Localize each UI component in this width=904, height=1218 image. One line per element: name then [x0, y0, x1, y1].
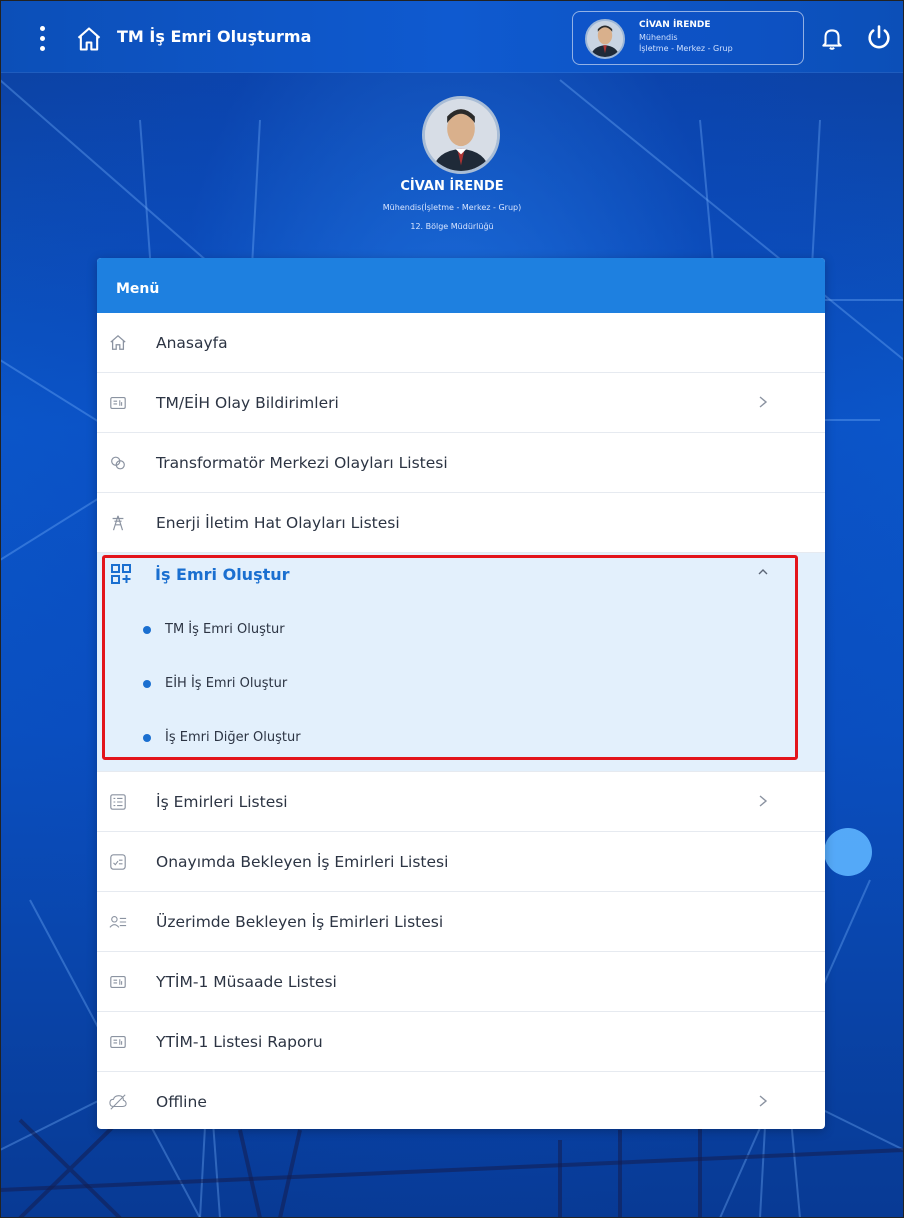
tower-icon: [112, 515, 124, 531]
hero-avatar: [422, 96, 500, 174]
submenu-item-label: EİH İş Emri Oluştur: [165, 676, 288, 691]
menu-group-is-emri-olustur: İş Emri Oluştur TM İş Emri Oluştur EİH İ…: [97, 553, 825, 772]
top-bar: TM İş Emri Oluşturma CİVAN İRENDE Mühend…: [1, 1, 903, 73]
hero-user-role: Mühendis(İşletme - Merkez - Grup): [382, 203, 522, 212]
bullet-icon: [143, 680, 151, 688]
menu-item-label: YTİM-1 Müsaade Listesi: [156, 972, 337, 991]
side-menu: Menü Anasayfa TM/EİH Olay Bildirimleri T…: [97, 258, 825, 1129]
transformer-icon: [111, 456, 125, 470]
bullet-icon: [143, 626, 151, 634]
kebab-menu-icon[interactable]: [29, 21, 55, 55]
hero-user-name: CİVAN İRENDE: [400, 179, 504, 194]
menu-item-label: YTİM-1 Listesi Raporu: [156, 1032, 323, 1051]
chevron-right-icon: [759, 795, 768, 807]
home-icon[interactable]: [75, 25, 103, 53]
menu-item-label: Offline: [156, 1093, 207, 1111]
list-icon: [110, 794, 126, 810]
menu-item-ytim-musaade[interactable]: YTİM-1 Müsaade Listesi: [97, 952, 825, 1012]
user-list-icon: [109, 916, 127, 928]
menu-item-label: Anasayfa: [156, 333, 228, 352]
menu-item-olay-bildirimleri[interactable]: TM/EİH Olay Bildirimleri: [97, 373, 825, 433]
approval-icon: [110, 854, 126, 870]
menu-item-ytim-raporu[interactable]: YTİM-1 Listesi Raporu: [97, 1012, 825, 1072]
hero-user-region: 12. Bölge Müdürlüğü: [410, 222, 494, 231]
menu-item-label: İş Emirleri Listesi: [156, 792, 288, 811]
menu-item-onayimda-bekleyen[interactable]: Onayımda Bekleyen İş Emirleri Listesi: [97, 832, 825, 892]
bullet-icon: [143, 734, 151, 742]
avatar: [585, 19, 625, 59]
page-title: TM İş Emri Oluşturma: [117, 27, 312, 46]
menu-item-label: Transformatör Merkezi Olayları Listesi: [156, 453, 448, 472]
chevron-right-icon: [759, 396, 768, 408]
chevron-up-icon: [758, 569, 768, 575]
menu-item-offline[interactable]: Offline: [97, 1072, 825, 1129]
menu-item-transformator[interactable]: Transformatör Merkezi Olayları Listesi: [97, 433, 825, 493]
menu-group-header[interactable]: İş Emri Oluştur: [97, 553, 825, 609]
menu-item-label: Onayımda Bekleyen İş Emirleri Listesi: [156, 852, 449, 871]
qr-add-icon: [111, 564, 131, 584]
menu-item-label: Enerji İletim Hat Olayları Listesi: [156, 513, 400, 532]
menu-item-enerji-iletim[interactable]: Enerji İletim Hat Olayları Listesi: [97, 493, 825, 553]
user-role: Mühendis: [639, 33, 678, 42]
menu-item-label: Üzerimde Bekleyen İş Emirleri Listesi: [156, 912, 444, 931]
submenu-item-label: İş Emri Diğer Oluştur: [165, 730, 301, 745]
power-icon[interactable]: [865, 23, 893, 51]
chevron-right-icon: [759, 1095, 768, 1107]
home-icon: [110, 334, 126, 350]
submenu-item-tm-is-emri[interactable]: TM İş Emri Oluştur: [97, 616, 825, 646]
user-profile-card[interactable]: CİVAN İRENDE Mühendis İşletme - Merkez -…: [572, 11, 804, 65]
bell-icon[interactable]: [819, 25, 845, 51]
menu-title: Menü: [97, 258, 825, 313]
user-name: CİVAN İRENDE: [639, 20, 711, 30]
menu-item-anasayfa[interactable]: Anasayfa: [97, 313, 825, 373]
submenu-item-eih-is-emri[interactable]: EİH İş Emri Oluştur: [97, 670, 825, 700]
report-icon: [110, 397, 126, 409]
menu-item-uzerimde-bekleyen[interactable]: Üzerimde Bekleyen İş Emirleri Listesi: [97, 892, 825, 952]
report-icon: [110, 1036, 126, 1048]
user-department: İşletme - Merkez - Grup: [639, 44, 733, 53]
submenu-item-diger-is-emri[interactable]: İş Emri Diğer Oluştur: [97, 724, 825, 754]
menu-item-is-emirleri-listesi[interactable]: İş Emirleri Listesi: [97, 772, 825, 832]
menu-group-label: İş Emri Oluştur: [155, 565, 290, 584]
menu-item-label: TM/EİH Olay Bildirimleri: [156, 393, 339, 412]
submenu-item-label: TM İş Emri Oluştur: [165, 622, 285, 637]
report-icon: [110, 976, 126, 988]
offline-icon: [109, 1094, 127, 1110]
